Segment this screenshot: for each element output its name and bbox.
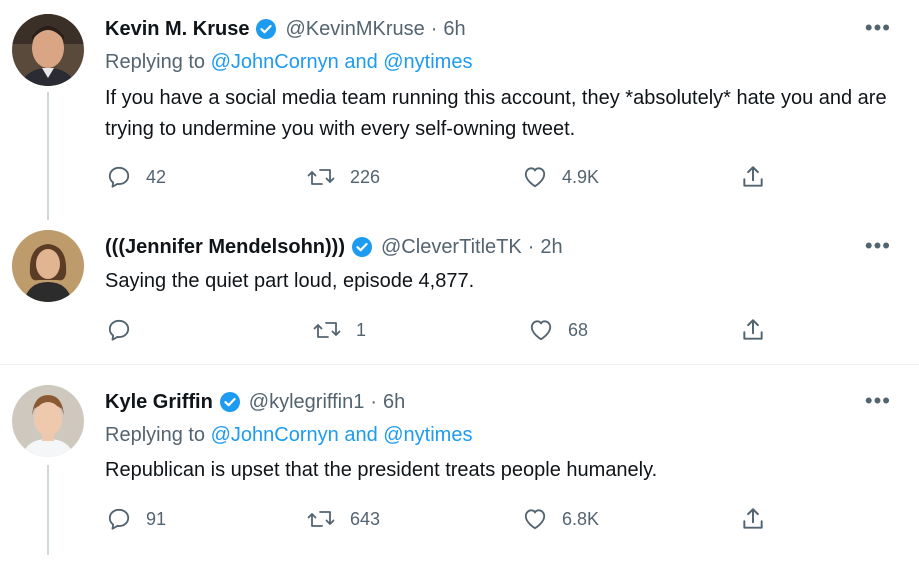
tweet-time[interactable]: 6h <box>383 391 405 414</box>
replying-prefix: Replying to <box>105 424 206 446</box>
tweet-1[interactable]: Kevin M. Kruse @KevinMKruse · 6h ••• Rep… <box>0 0 919 220</box>
thread-line <box>47 465 49 555</box>
reply-button[interactable]: 91 <box>106 504 166 534</box>
dot-separator: · <box>430 17 438 40</box>
retweet-icon <box>306 506 336 532</box>
share-icon <box>740 506 766 532</box>
like-button[interactable]: 4.9K <box>522 162 599 192</box>
avatar-kevin-kruse[interactable] <box>12 14 84 86</box>
author-name[interactable]: (((Jennifer Mendelsohn))) <box>105 236 345 259</box>
retweet-icon <box>312 317 342 343</box>
author-handle[interactable]: @kylegriffin1 <box>249 391 365 414</box>
like-count: 68 <box>568 319 589 340</box>
reply-count: 42 <box>146 166 167 187</box>
tweet-header: Kyle Griffin @kylegriffin1 · 6h <box>105 387 405 417</box>
thread-line <box>47 92 49 220</box>
replying-to-links[interactable]: @JohnCornyn and @nytimes <box>211 51 473 73</box>
author-handle[interactable]: @KevinMKruse <box>285 18 424 41</box>
verified-badge-icon <box>219 391 241 413</box>
reply-icon <box>106 164 132 190</box>
like-button[interactable]: 6.8K <box>522 504 599 534</box>
tweet-header: Kevin M. Kruse @KevinMKruse · 6h <box>105 14 466 44</box>
reply-button[interactable] <box>106 315 146 345</box>
retweet-count: 226 <box>350 166 381 187</box>
share-button[interactable] <box>740 315 766 345</box>
author-name[interactable]: Kyle Griffin <box>105 391 213 414</box>
verified-badge-icon <box>255 18 277 40</box>
heart-icon <box>522 506 548 532</box>
tweet-text: If you have a social media team running … <box>105 87 887 140</box>
retweet-icon <box>306 164 336 190</box>
more-options-icon[interactable]: ••• <box>865 235 891 257</box>
replying-prefix: Replying to <box>105 51 206 73</box>
share-button[interactable] <box>740 504 766 534</box>
replying-to-links[interactable]: @JohnCornyn and @nytimes <box>211 424 473 446</box>
more-options-icon[interactable]: ••• <box>865 390 891 412</box>
retweet-button[interactable]: 1 <box>312 315 366 345</box>
heart-icon <box>528 317 554 343</box>
avatar-kyle-griffin[interactable] <box>12 385 84 457</box>
tweet-text: Republican is upset that the president t… <box>105 459 658 481</box>
like-count: 6.8K <box>562 508 600 529</box>
verified-badge-icon <box>351 236 373 258</box>
more-options-icon[interactable]: ••• <box>865 17 891 39</box>
retweet-button[interactable]: 643 <box>306 504 380 534</box>
avatar-jennifer-mendelsohn[interactable] <box>12 230 84 302</box>
tweet-time[interactable]: 6h <box>443 18 465 41</box>
tweet-2[interactable]: (((Jennifer Mendelsohn))) @CleverTitleTK… <box>0 210 919 364</box>
reply-icon <box>106 317 132 343</box>
dot-separator: · <box>527 235 535 258</box>
heart-icon <box>522 164 548 190</box>
retweet-count: 643 <box>350 508 381 529</box>
share-button[interactable] <box>740 162 766 192</box>
like-button[interactable]: 68 <box>528 315 588 345</box>
share-icon <box>740 164 766 190</box>
tweet-header: (((Jennifer Mendelsohn))) @CleverTitleTK… <box>105 232 563 262</box>
retweet-count: 1 <box>356 319 367 340</box>
replying-to: Replying to @JohnCornyn and @nytimes <box>105 424 472 447</box>
share-icon <box>740 317 766 343</box>
tweet-text: Saying the quiet part loud, episode 4,87… <box>105 270 475 292</box>
author-handle[interactable]: @CleverTitleTK <box>381 236 522 259</box>
reply-button[interactable]: 42 <box>106 162 166 192</box>
dot-separator: · <box>370 390 378 413</box>
tweet-time[interactable]: 2h <box>540 236 562 259</box>
reply-icon <box>106 506 132 532</box>
tweet-3[interactable]: Kyle Griffin @kylegriffin1 · 6h ••• Repl… <box>0 365 919 565</box>
reply-count: 91 <box>146 508 167 529</box>
retweet-button[interactable]: 226 <box>306 162 380 192</box>
replying-to: Replying to @JohnCornyn and @nytimes <box>105 51 472 74</box>
like-count: 4.9K <box>562 166 600 187</box>
author-name[interactable]: Kevin M. Kruse <box>105 18 249 41</box>
